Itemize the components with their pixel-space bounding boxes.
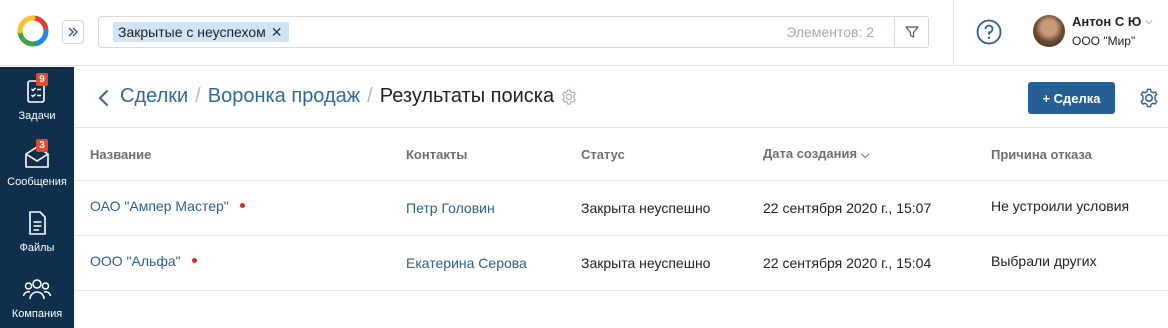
tasks-badge: 9 — [36, 73, 48, 86]
status-dot — [191, 257, 197, 263]
sidebar-item-files[interactable]: Файлы — [0, 199, 74, 265]
sidebar-item-label: Задачи — [18, 110, 56, 122]
column-header-contacts[interactable]: Контакты — [406, 127, 581, 181]
gear-icon[interactable] — [560, 88, 578, 106]
main-content: Сделки / Воронка продаж / Результаты пои… — [74, 67, 1168, 328]
user-name[interactable]: Антон С Ю — [1072, 14, 1141, 29]
table-row[interactable]: ОАО "Ампер Мастер" Петр Головин Закрыта … — [74, 180, 1168, 236]
funnel-icon — [904, 26, 919, 38]
breadcrumb-separator: / — [195, 85, 201, 107]
sidebar-item-company[interactable]: Компания — [0, 265, 74, 328]
column-header-name[interactable]: Название — [74, 127, 406, 181]
deals-table: Название Контакты Статус Дата создания ⌵ … — [74, 127, 1168, 291]
reason-cell: Выбрали других — [991, 235, 1168, 291]
status-cell: Закрыта неуспешно — [581, 180, 763, 236]
status-dot — [239, 202, 245, 208]
sidebar-item-label: Компания — [11, 308, 63, 320]
breadcrumb: Сделки / Воронка продаж / Результаты пои… — [120, 85, 578, 108]
created-cell: 22 сентября 2020 г., 15:07 — [763, 180, 991, 236]
sidebar-item-label: Файлы — [19, 242, 55, 254]
sidebar-item-tasks[interactable]: 9 Задачи — [0, 67, 74, 133]
contact-cell: Петр Головин — [406, 180, 581, 236]
page-title: Результаты поиска — [379, 85, 555, 107]
topbar-divider — [953, 0, 954, 66]
column-header-created[interactable]: Дата создания ⌵ — [763, 127, 991, 181]
add-deal-button[interactable]: + Сделка — [1028, 82, 1115, 114]
breadcrumb-separator: / — [367, 85, 373, 107]
filter-chip[interactable]: Закрытые с неуспехом ✕ — [113, 22, 289, 42]
user-company: ООО "Мир" — [1072, 34, 1136, 48]
status-cell: Закрыта неуспешно — [581, 235, 763, 291]
column-header-label: Название — [90, 146, 152, 162]
help-icon[interactable] — [976, 19, 1002, 45]
breadcrumb-deals[interactable]: Сделки — [120, 85, 188, 108]
filter-button[interactable] — [894, 17, 928, 47]
contact-link[interactable]: Петр Головин — [406, 200, 495, 216]
app-logo[interactable] — [17, 15, 49, 47]
files-icon — [22, 208, 52, 238]
column-header-reason[interactable]: Причина отказа — [991, 127, 1168, 181]
remove-filter-icon[interactable]: ✕ — [271, 24, 283, 41]
filter-chip-label: Закрытые с неуспехом — [118, 24, 266, 40]
contact-link[interactable]: Екатерина Серова — [406, 255, 527, 271]
deal-name-cell: ОАО "Ампер Мастер" — [74, 180, 406, 236]
table-row[interactable]: ООО "Альфа" Екатерина Серова Закрыта неу… — [74, 235, 1168, 291]
avatar[interactable] — [1033, 15, 1065, 47]
column-header-status[interactable]: Статус — [581, 127, 763, 181]
sidebar-item-messages[interactable]: 3 Сообщения — [0, 133, 74, 199]
deal-link[interactable]: ООО "Альфа" — [90, 253, 181, 269]
back-arrow-icon[interactable] — [96, 88, 112, 108]
sort-chevron-down-icon[interactable]: ⌵ — [861, 149, 869, 161]
column-header-label: Статус — [581, 146, 625, 162]
top-bar: Закрытые с неуспехом ✕ Элементов: 2 Анто… — [0, 0, 1168, 66]
deal-link[interactable]: ОАО "Ампер Мастер" — [90, 198, 229, 214]
reason-text: Не устроили условия — [991, 197, 1130, 214]
items-count: Элементов: 2 — [786, 24, 874, 40]
search-input[interactable]: Закрытые с неуспехом ✕ Элементов: 2 — [98, 16, 929, 48]
breadcrumb-funnel[interactable]: Воронка продаж — [208, 85, 360, 108]
column-header-label: Причина отказа — [991, 146, 1092, 162]
messages-badge: 3 — [36, 139, 48, 152]
settings-gear-icon[interactable] — [1138, 87, 1160, 109]
column-header-label: Дата создания — [763, 146, 858, 161]
reason-text: Выбрали других — [991, 252, 1097, 269]
expand-sidebar-button[interactable] — [62, 20, 84, 44]
contact-cell: Екатерина Серова — [406, 235, 581, 291]
sidebar: 9 Задачи 3 Сообщения Файлы Компания — [0, 67, 74, 328]
sidebar-item-label: Сообщения — [7, 176, 67, 188]
messages-icon: 3 — [22, 139, 52, 172]
table-header-row: Название Контакты Статус Дата создания ⌵ … — [74, 127, 1168, 181]
tasks-icon: 9 — [22, 73, 52, 106]
company-icon — [22, 274, 52, 304]
column-header-label: Контакты — [406, 146, 468, 162]
reason-cell: Не устроили условия — [991, 180, 1168, 236]
deal-name-cell: ООО "Альфа" — [74, 235, 406, 291]
created-cell: 22 сентября 2020 г., 15:04 — [763, 235, 991, 291]
double-chevron-right-icon — [68, 27, 78, 37]
chevron-down-icon[interactable]: ⌵ — [1145, 16, 1153, 27]
